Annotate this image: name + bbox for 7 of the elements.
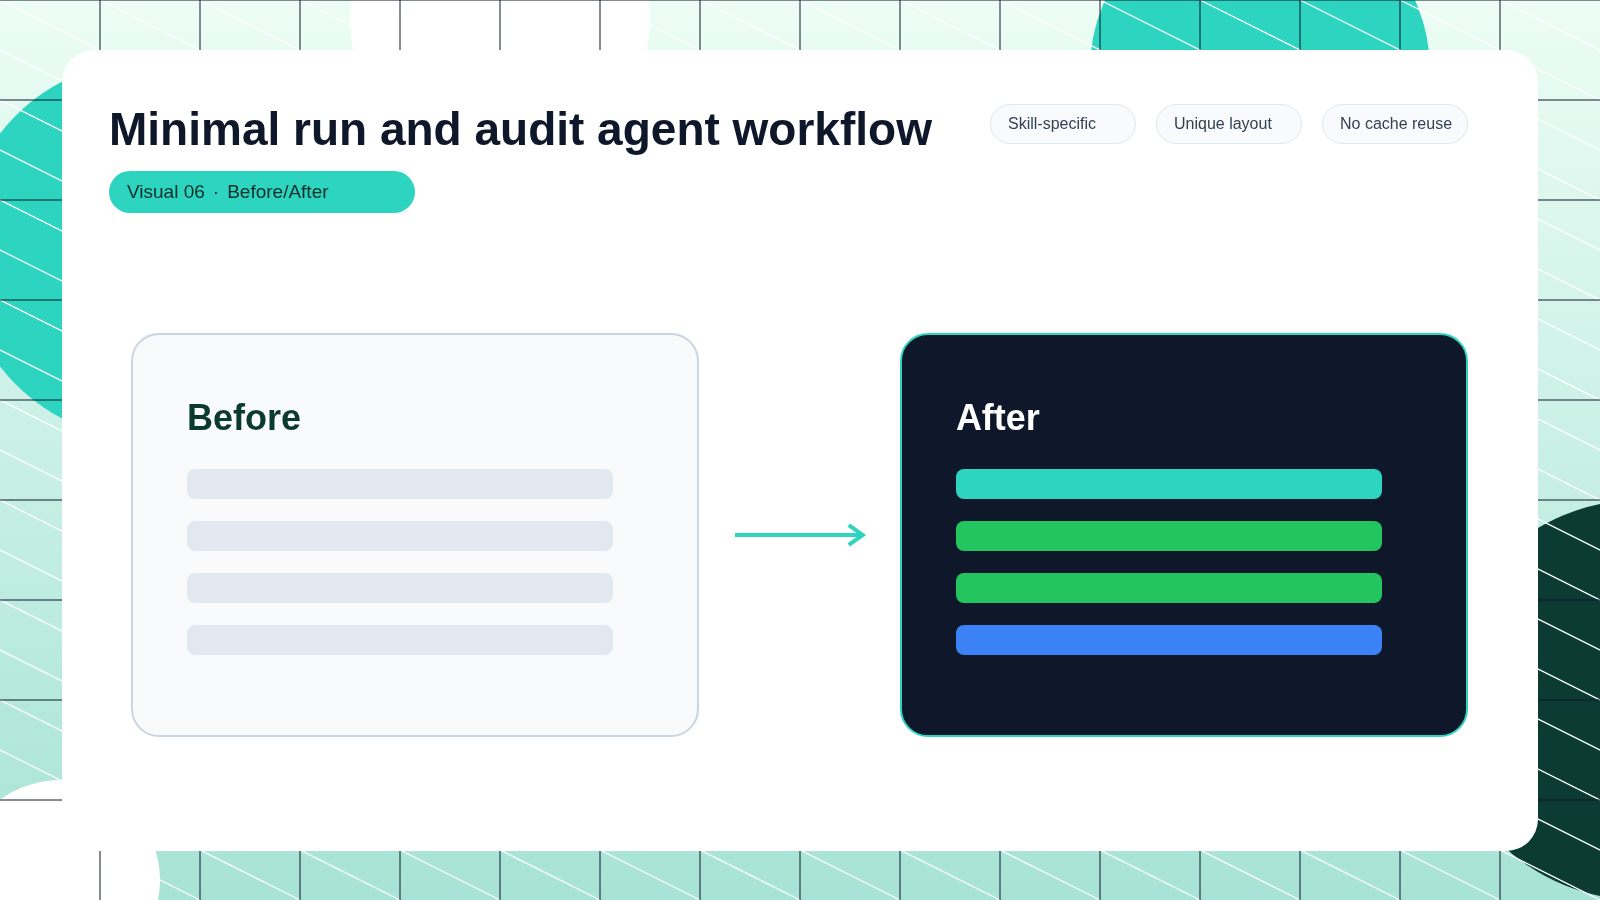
panel-heading: Before: [187, 397, 303, 440]
page-title: Minimal run and audit agent workflow: [109, 102, 932, 157]
tag-chip: No cache reuse: [1322, 104, 1468, 144]
tag-chip: Skill-specific: [990, 104, 1136, 144]
visual-tag: Visual 06 · Before/After: [109, 171, 415, 214]
tag-chip: Unique layout: [1156, 104, 1302, 144]
panel-heading: After: [955, 397, 1041, 440]
